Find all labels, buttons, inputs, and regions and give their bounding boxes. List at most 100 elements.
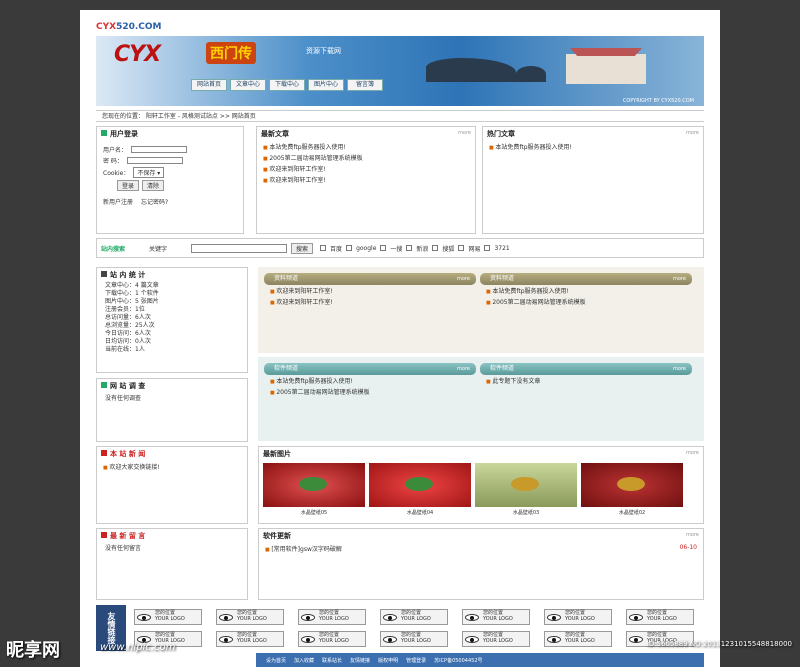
eye-icon [301, 636, 315, 643]
banner-tagline: 资源下载网 [306, 47, 341, 55]
stat-line: 今日访问：6人次 [105, 330, 151, 337]
footer-link[interactable]: 加入收藏 [294, 657, 314, 664]
software-item[interactable]: [常用软件]gsw汉字码破解06-10 [259, 543, 703, 554]
search-input[interactable] [191, 243, 288, 253]
stat-line: 日均访问：0人次 [105, 338, 151, 345]
nav-home[interactable]: 网站首页 [191, 79, 227, 91]
pictures-more-link[interactable]: more [686, 450, 699, 456]
panel-header: 资料频道 more [480, 273, 692, 285]
hot-more-link[interactable]: more [686, 130, 699, 136]
engine-checkbox[interactable] [406, 245, 413, 251]
latest-more-link[interactable]: more [458, 130, 471, 136]
nav-downloads[interactable]: 下载中心 [269, 79, 305, 91]
friend-link[interactable]: 您的位置 YOUR LOGO [626, 609, 694, 625]
list-item[interactable]: 欢迎来到阳轩工作室! [257, 163, 475, 174]
footer-bar: 设为首页 加入收藏 联系站长 友情链接 版权申明 管理登录 苏ICP备05004… [256, 653, 704, 667]
picture-thumbnail[interactable]: 水晶壁纸04 [369, 463, 471, 516]
list-item[interactable]: 欢迎来到阳轩工作室! [264, 285, 476, 296]
engine-checkbox[interactable] [484, 245, 491, 251]
main-nav: 网站首页 文章中心 下载中心 图片中心 留言簿 [191, 79, 383, 91]
friend-link[interactable]: 您的位置 YOUR LOGO [298, 631, 366, 647]
friend-link[interactable]: 您的位置 YOUR LOGO [544, 609, 612, 625]
stats-icon [101, 271, 107, 277]
panel-more-link[interactable]: more [673, 363, 686, 375]
list-item[interactable]: 2005第二届动易网站管理系统模板 [264, 386, 476, 397]
list-item[interactable]: 2005第二届动易网站管理系统模板 [257, 152, 475, 163]
eye-icon [137, 614, 151, 621]
footer-link[interactable]: 版权申明 [378, 657, 398, 664]
stats-box: 站 内 统 计 文章中心：4 篇文章 下载中心：1 个软件 图片中心：5 张图片… [96, 267, 248, 373]
stat-line: 图片中心：5 张图片 [105, 298, 159, 305]
watermark-brand: 昵享网 [6, 640, 60, 661]
friend-link[interactable]: 您的位置 YOUR LOGO [380, 609, 448, 625]
engine-checkbox[interactable] [458, 245, 465, 251]
picture-thumbnail[interactable]: 水晶壁纸05 [263, 463, 365, 516]
cookie-select[interactable]: 不保存 ▾ [133, 167, 165, 178]
nav-guestbook[interactable]: 留言簿 [347, 79, 383, 91]
list-item[interactable]: 欢迎来到阳轩工作室! [257, 174, 475, 185]
friend-link[interactable]: 您的位置 YOUR LOGO [544, 631, 612, 647]
footer-link[interactable]: 管理登录 [406, 657, 426, 664]
picture-thumbnail[interactable]: 水晶壁纸02 [581, 463, 683, 516]
eye-icon [301, 614, 315, 621]
banner-copyright: COPYRIGHT BY CYX520.COM [622, 98, 694, 104]
panel-more-link[interactable]: more [457, 363, 470, 375]
site-logo[interactable]: CYX [114, 42, 161, 67]
list-item[interactable]: 本站免费ftp服务器投入使用! [264, 375, 476, 386]
software-date: 06-10 [679, 544, 697, 551]
icp-number: 苏ICP备05004452号 [434, 657, 483, 664]
stats-title: 站 内 统 计 [97, 268, 247, 282]
search-button[interactable]: 搜索 [291, 242, 314, 254]
footer-link[interactable]: 友情链接 [350, 657, 370, 664]
footer-link[interactable]: 联系站长 [322, 657, 342, 664]
list-item[interactable]: 本站免费ftp服务器投入使用! [480, 285, 692, 296]
friend-link[interactable]: 您的位置 YOUR LOGO [462, 609, 530, 625]
stat-line: 当前在线：1人 [105, 346, 145, 353]
stat-line: 总访问量：6人次 [105, 314, 151, 321]
engine-checkbox[interactable] [346, 245, 353, 251]
list-item[interactable]: 本站免费ftp服务器投入使用! [483, 141, 703, 152]
register-link[interactable]: 新用户注册 [103, 197, 133, 206]
forgot-password-link[interactable]: 忘记密码? [141, 197, 168, 206]
username-input[interactable] [131, 146, 188, 153]
friend-link[interactable]: 您的位置 YOUR LOGO [380, 631, 448, 647]
picture-thumbnail[interactable]: 水晶壁纸03 [475, 463, 577, 516]
guestbook-icon [101, 532, 107, 538]
list-item[interactable]: 2005第二届动易网站管理系统模板 [480, 296, 692, 307]
stat-line: 总浏览量：25人次 [105, 322, 155, 329]
survey-text: 没有任何调查 [105, 395, 142, 402]
panel-more-link[interactable]: more [457, 273, 470, 285]
leaf-image [511, 477, 539, 491]
engine-checkbox[interactable] [320, 245, 327, 251]
friend-link[interactable]: 您的位置 YOUR LOGO [134, 609, 202, 625]
footer-link[interactable]: 设为首页 [266, 657, 286, 664]
clear-button[interactable]: 清除 [142, 180, 165, 191]
latest-articles-box: 最新文章 more 本站免费ftp服务器投入使用! 2005第二届动易网站管理系… [256, 126, 476, 234]
login-button[interactable]: 登录 [117, 180, 140, 191]
news-item[interactable]: 欢迎大家交换链接! [97, 461, 247, 472]
site-container: CYX520.COM CYX 西门传 资源下载网 COPYRIGHT BY CY… [96, 10, 704, 667]
software-title: 软件更新 [263, 532, 291, 540]
engine-label: 3721 [494, 244, 510, 252]
friend-link[interactable]: 您的位置 YOUR LOGO [298, 609, 366, 625]
news-title: 本 站 新 闻 [97, 447, 247, 461]
friend-link[interactable]: 您的位置 YOUR LOGO [462, 631, 530, 647]
channel-panels-top: 资料频道more 欢迎来到阳轩工作室! 欢迎来到阳轩工作室! 资料频道more … [258, 267, 704, 353]
friend-link[interactable]: 您的位置 YOUR LOGO [216, 609, 284, 625]
survey-title: 网 站 调 查 [97, 379, 247, 393]
panel-more-link[interactable]: more [673, 273, 686, 285]
cookie-label: Cookie： [103, 170, 130, 177]
list-item[interactable]: 本站免费ftp服务器投入使用! [257, 141, 475, 152]
password-input[interactable] [126, 157, 183, 164]
software-more-link[interactable]: more [686, 532, 699, 538]
engine-checkbox[interactable] [432, 245, 439, 251]
banner-rock-image [426, 58, 516, 82]
nav-pictures[interactable]: 图片中心 [308, 79, 344, 91]
engine-checkbox[interactable] [380, 245, 387, 251]
eye-icon [629, 614, 643, 621]
friend-link[interactable]: 您的位置 YOUR LOGO [216, 631, 284, 647]
list-item[interactable]: 欢迎来到阳轩工作室! [264, 296, 476, 307]
eye-icon [465, 636, 479, 643]
nav-articles[interactable]: 文章中心 [230, 79, 266, 91]
eye-icon [383, 636, 397, 643]
